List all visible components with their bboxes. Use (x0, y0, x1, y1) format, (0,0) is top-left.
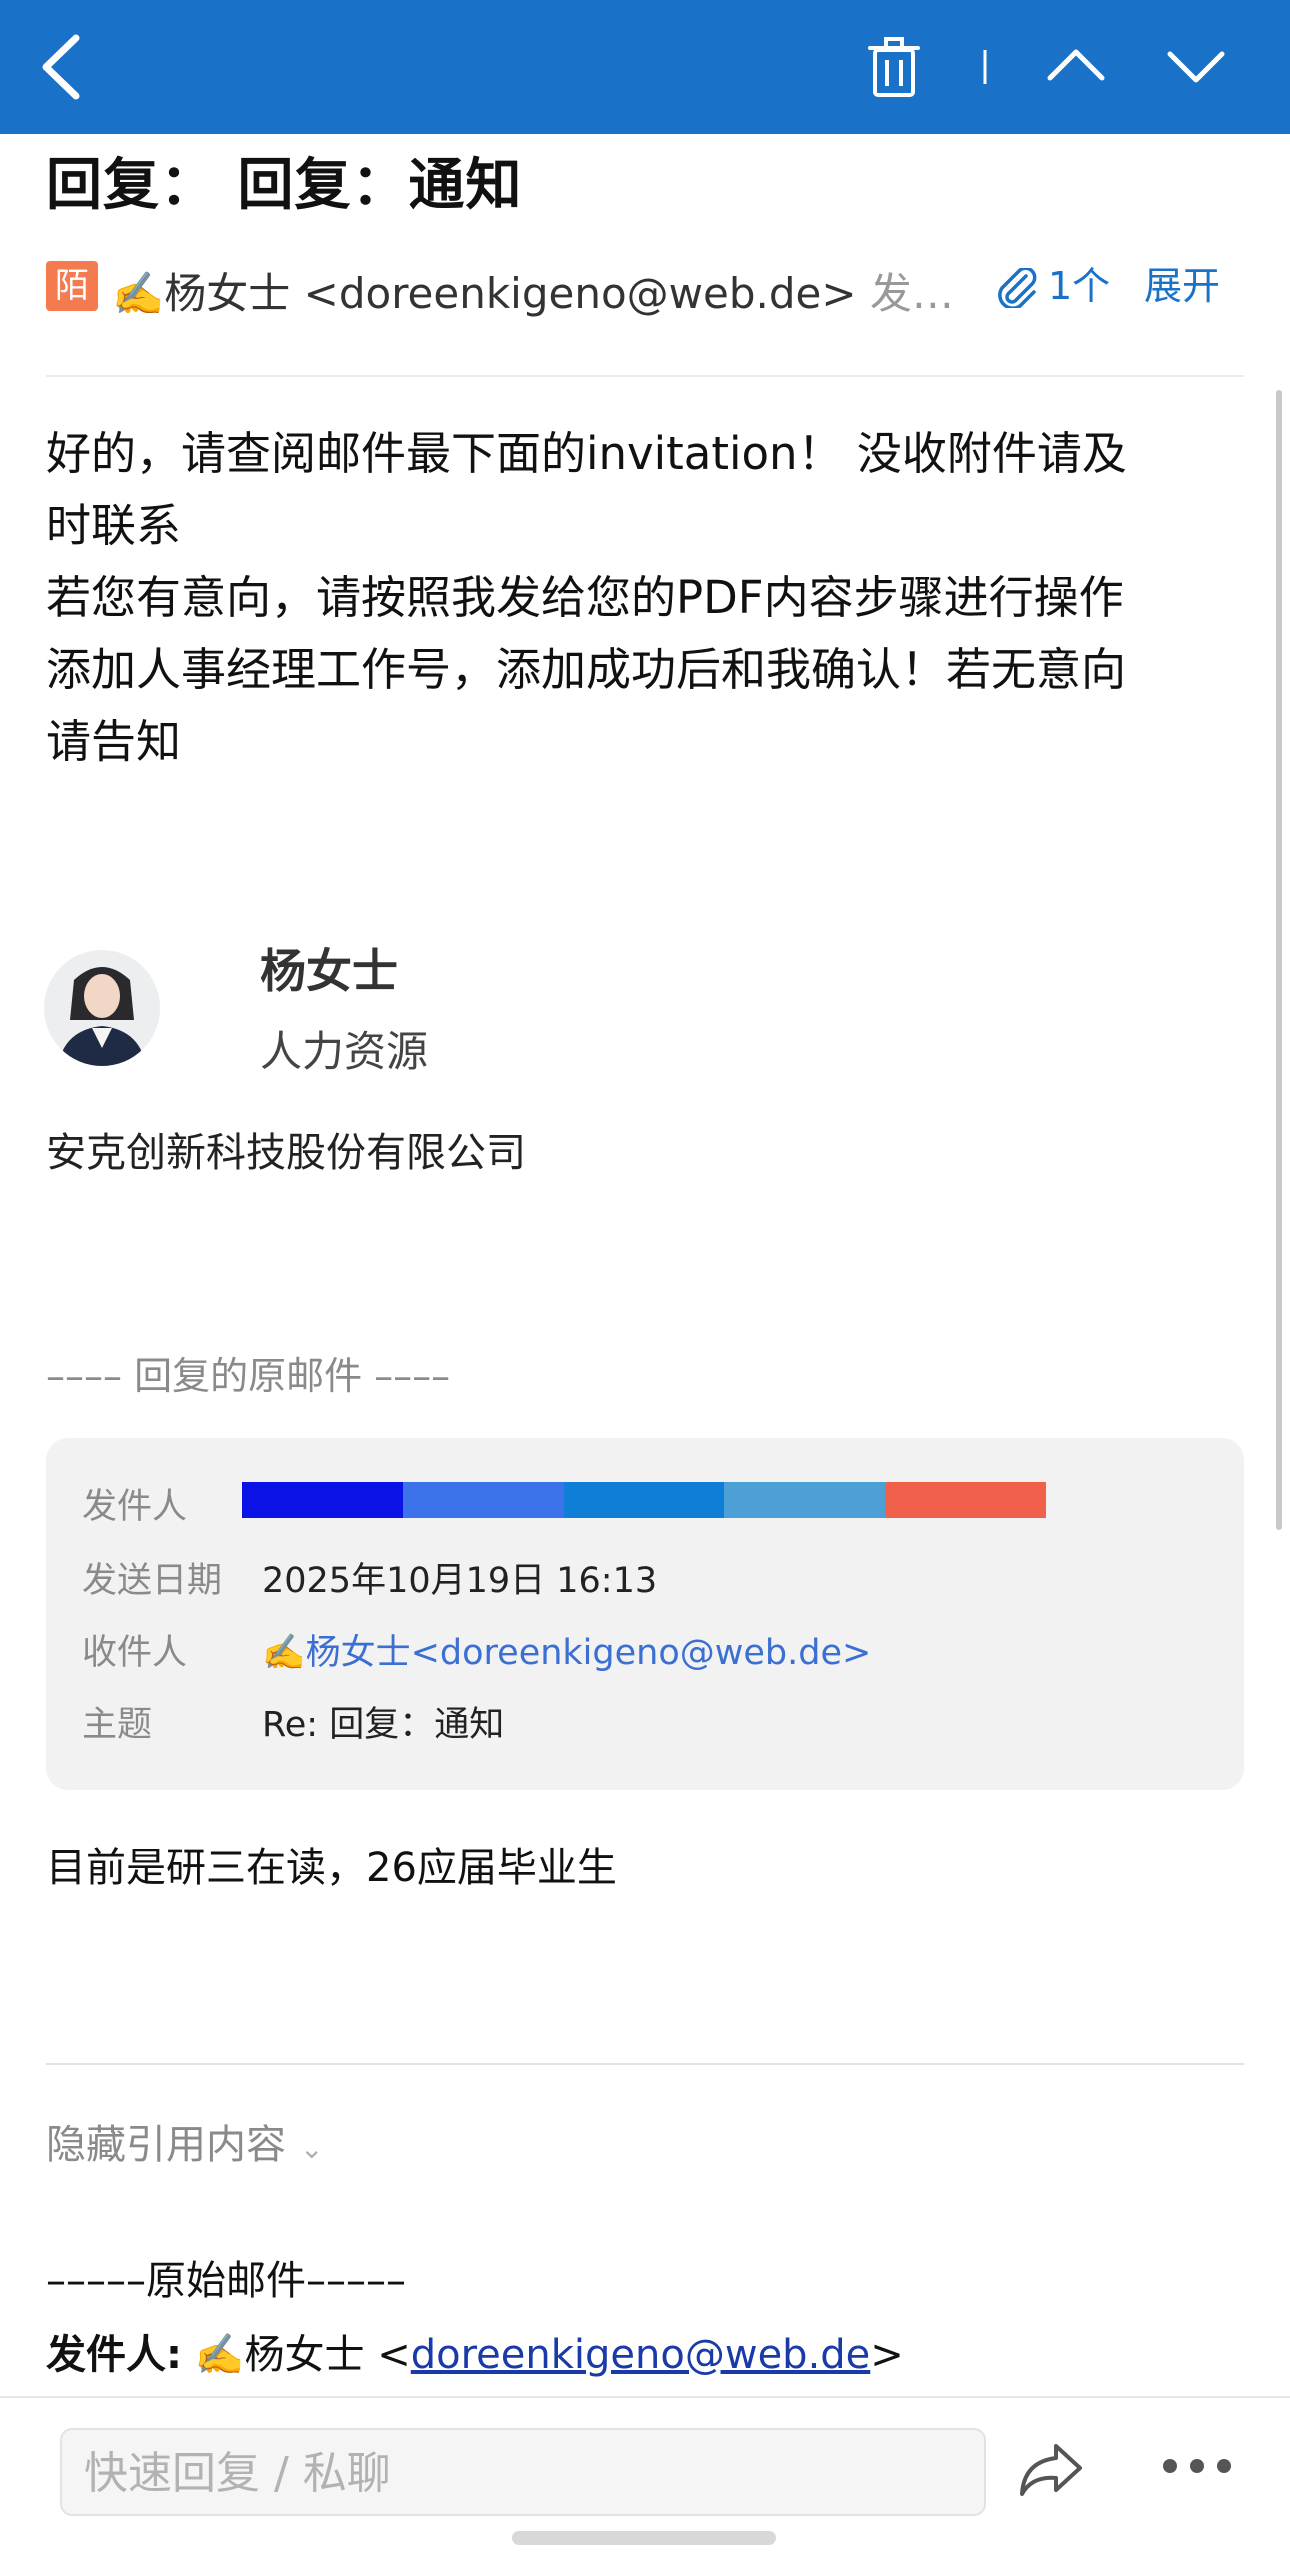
chevron-up-icon[interactable] (1046, 44, 1106, 84)
stranger-tag: 陌 (46, 261, 98, 311)
quoted-subject-value: Re: 回复：通知 (262, 1705, 505, 1745)
sender-suffix: 发… (869, 269, 954, 318)
quoted-subject-label: 主题 (82, 1705, 153, 1745)
signature-name: 杨女士 (260, 944, 398, 998)
original-from-close: > (870, 2332, 904, 2378)
redaction-block (563, 1482, 725, 1518)
reply-divider: –––– 回复的原邮件 –––– (46, 1354, 451, 1398)
header-divider (46, 375, 1244, 377)
avatar (44, 950, 160, 1066)
hide-quote-label: 隐藏引用内容 (46, 2122, 286, 2168)
expand-button[interactable]: 展开 (1144, 256, 1220, 316)
body-line: 时联系 (46, 499, 182, 552)
chevron-down-icon: ⌄ (300, 2132, 324, 2165)
quoted-message: 目前是研三在读，26应届毕业生 (46, 1845, 617, 1891)
body-line: 请告知 (46, 715, 182, 768)
hide-quote-toggle[interactable]: 隐藏引用内容 ⌄ (46, 2112, 323, 2170)
quoted-from-label: 发件人 (82, 1487, 188, 1527)
sender-display: ✍️杨女士 <doreenkigeno@web.de> (112, 269, 857, 318)
email-body: 好的，请查阅邮件最下面的invitation！ 没收附件请及 时联系 若您有意向… (46, 418, 1246, 778)
back-icon[interactable] (36, 32, 86, 102)
redaction-block (885, 1482, 1046, 1518)
sender-row[interactable]: 陌 ✍️杨女士 <doreenkigeno@web.de> 发… 1个 展开 (46, 256, 1246, 318)
toolbar-separator (983, 50, 987, 84)
sender-info[interactable]: ✍️杨女士 <doreenkigeno@web.de> 发… (112, 260, 1002, 321)
body-line: 好的，请查阅邮件最下面的invitation！ 没收附件请及 (46, 427, 1127, 480)
quoted-date-label: 发送日期 (82, 1561, 223, 1601)
scrollbar[interactable] (1276, 390, 1282, 1530)
paperclip-icon (998, 268, 1037, 308)
attachment-count-label: 1个 (1048, 264, 1111, 308)
chevron-down-icon[interactable] (1166, 48, 1226, 88)
forward-icon[interactable] (1016, 2440, 1086, 2500)
quick-reply-input[interactable]: 快速回复 / 私聊 (60, 2428, 986, 2516)
signature-role: 人力资源 (260, 1027, 429, 1076)
quoted-to-value[interactable]: ✍️杨女士<doreenkigeno@web.de> (262, 1624, 871, 1675)
body-line: 添加人事经理工作号，添加成功后和我确认！若无意向 (46, 643, 1127, 696)
quoted-date-value: 2025年10月19日 16:13 (262, 1561, 658, 1601)
redaction-block (724, 1482, 886, 1518)
redaction-bar (242, 1482, 1046, 1518)
original-from-label: 发件人: (46, 2332, 182, 2378)
more-options-icon[interactable] (1160, 2456, 1234, 2476)
signature-company: 安克创新科技股份有限公司 (46, 1130, 526, 1176)
top-toolbar (0, 0, 1290, 134)
trash-icon[interactable] (866, 36, 922, 98)
original-from-email-link[interactable]: doreenkigeno@web.de (411, 2332, 871, 2378)
redaction-block (242, 1482, 403, 1518)
original-mail-header: –––––原始邮件––––– (46, 2258, 406, 2304)
content-divider (46, 2063, 1244, 2065)
quoted-to-label: 收件人 (82, 1633, 188, 1673)
body-line: 若您有意向，请按照我发给您的PDF内容步骤进行操作 (46, 571, 1124, 624)
redaction-block (402, 1482, 564, 1518)
original-from-name: ✍️杨女士 < (182, 2332, 411, 2378)
home-indicator (512, 2531, 776, 2545)
original-from-line: 发件人: ✍️杨女士 <doreenkigeno@web.de> (46, 2322, 904, 2380)
quoted-mail-card: 发件人 发送日期 2025年10月19日 16:13 收件人 ✍️杨女士<dor… (46, 1438, 1244, 1790)
email-subject: 回复： 回复：通知 (46, 153, 523, 218)
